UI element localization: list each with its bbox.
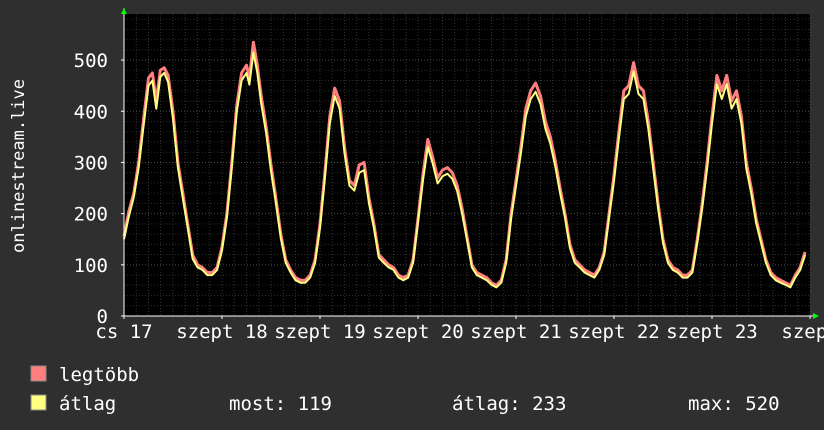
x-tick-label: szept 22: [568, 321, 660, 343]
y-tick-label: 100: [74, 255, 108, 277]
stat-atlag: átlag: 233: [452, 393, 566, 415]
stat-max: max: 520: [688, 393, 780, 415]
y-tick-label: 300: [74, 152, 108, 174]
y-tick-label: 500: [74, 50, 108, 72]
x-tick-label: szept 21: [470, 321, 562, 343]
chart: 0100200300400500 cs 17 szept 18 szept 19 sz…: [0, 0, 824, 430]
x-ticks: cs 17 szept 18 szept 19 szept 20 szept 21 sze…: [95, 316, 824, 343]
legend-label-legtobb: legtöbb: [59, 364, 139, 386]
legend-label-atlag: átlag: [59, 393, 116, 415]
y-tick-label: 400: [74, 101, 108, 123]
legend-swatch-atlag: [30, 394, 47, 411]
stat-most: most: 119: [229, 393, 332, 415]
y-tick-label: 200: [74, 204, 108, 226]
x-tick-label: szept 23: [666, 321, 758, 343]
x-tick-label: szept 19: [274, 321, 366, 343]
x-tick-label: szept 20: [372, 321, 464, 343]
legend-swatch-legtobb: [30, 365, 47, 382]
y-axis-label: onlinestream.live: [9, 79, 29, 253]
x-tick-label: szept: [781, 321, 824, 343]
x-tick-label: cs 17: [95, 321, 152, 343]
x-tick-label: szept 18: [176, 321, 268, 343]
